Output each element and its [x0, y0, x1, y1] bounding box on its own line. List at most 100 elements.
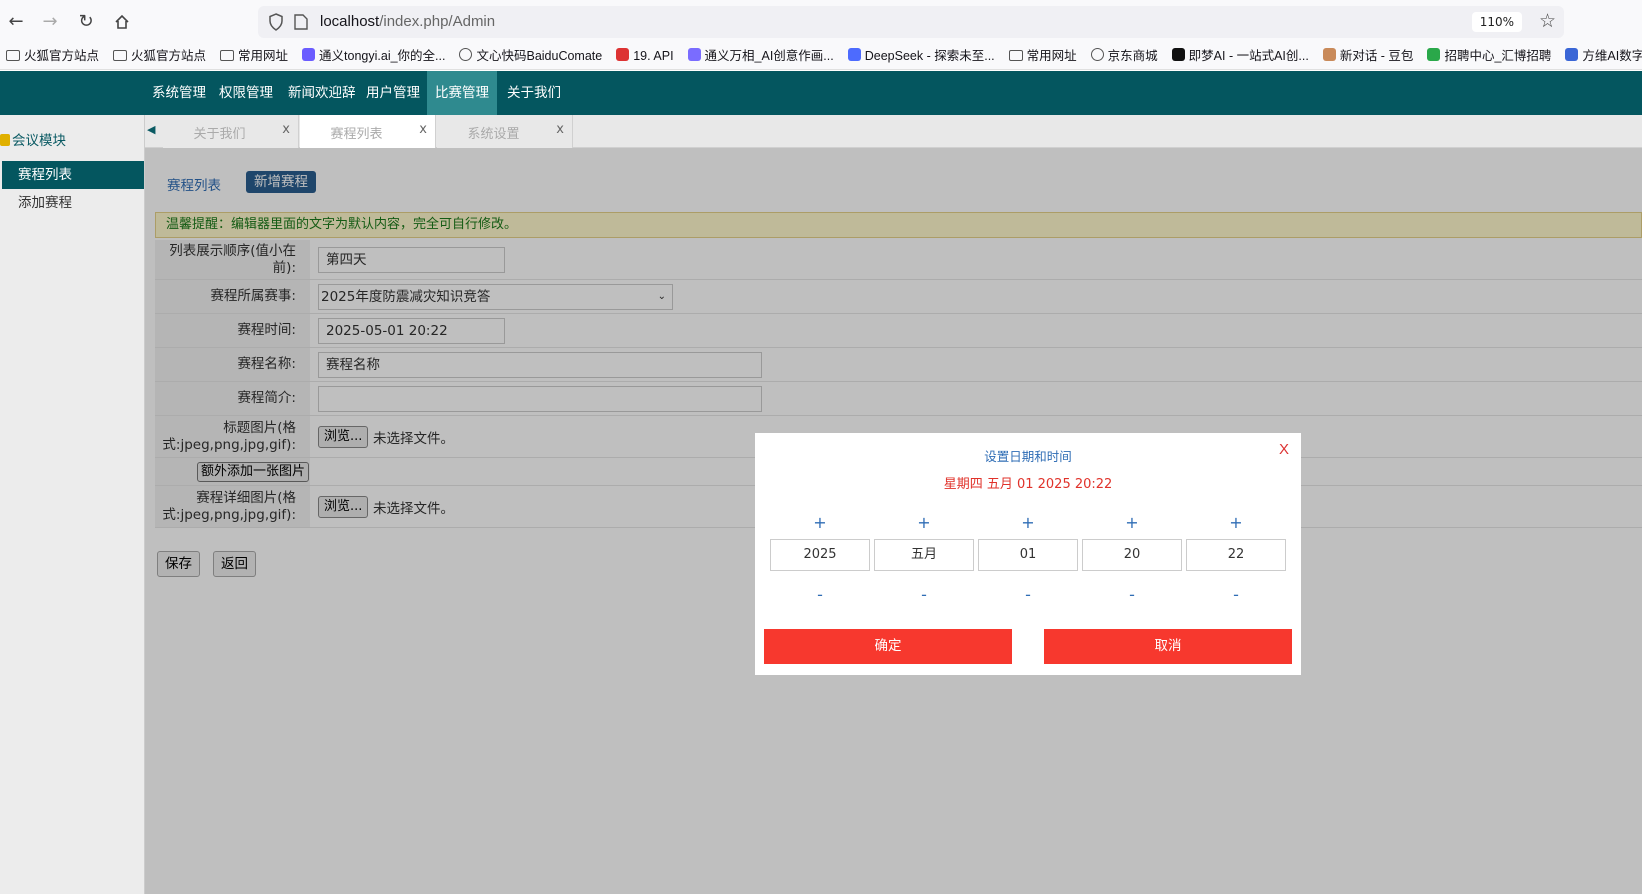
bookmark-label: 常用网址 [1026, 49, 1077, 63]
back-arrow-icon[interactable]: ← [4, 10, 28, 34]
bookmark-item[interactable]: 19. API [616, 44, 674, 68]
datetime-picker-dialog: 设置日期和时间 X 星期四 五月 01 2025 20:22 + 2025 - … [755, 433, 1301, 675]
bookmark-item[interactable]: 文心快码BaiduComate [459, 44, 602, 68]
bookmark-label: 19. API [633, 49, 674, 63]
bookmark-item[interactable]: 火狐官方站点 [6, 44, 99, 68]
module-title: 会议模块 [12, 133, 66, 149]
nav-item-news[interactable]: 新闻欢迎辞 [280, 71, 364, 115]
page-icon [294, 14, 308, 30]
deepseek-icon [847, 48, 861, 61]
nav-item-users[interactable]: 用户管理 [358, 71, 428, 115]
bookmark-item[interactable]: 招聘中心_汇博招聘 [1427, 44, 1551, 68]
bookmark-label: 火狐官方站点 [24, 49, 100, 63]
bookmark-label: 方维AI数字人 [1582, 49, 1642, 63]
forward-arrow-icon[interactable]: → [38, 10, 62, 34]
bookmark-label: 即梦AI - 一站式AI创... [1188, 49, 1309, 63]
bookmark-label: 招聘中心_汇博招聘 [1444, 49, 1552, 63]
year-decrement-button[interactable]: - [770, 585, 870, 604]
url-bar[interactable]: localhost/index.php/Admin 110% ☆ [258, 6, 1564, 38]
day-increment-button[interactable]: + [978, 513, 1078, 532]
doubao-icon [1322, 48, 1336, 61]
reload-icon[interactable]: ↻ [74, 10, 98, 34]
tongyi-icon [302, 48, 316, 61]
folder-icon [6, 50, 20, 61]
huibo-icon [1427, 48, 1441, 61]
close-icon[interactable]: x [556, 122, 564, 137]
url-text[interactable]: localhost/index.php/Admin [320, 13, 495, 30]
bookmark-item[interactable]: DeepSeek - 探索未至... [847, 44, 995, 68]
minute-increment-button[interactable]: + [1186, 513, 1286, 532]
bookmark-star-icon[interactable]: ☆ [1539, 10, 1556, 32]
day-decrement-button[interactable]: - [978, 585, 1078, 604]
tab-label: 赛程列表 [330, 127, 383, 142]
close-icon[interactable]: X [1279, 441, 1289, 458]
bookmark-item[interactable]: 即梦AI - 一站式AI创... [1171, 44, 1309, 68]
hour-value[interactable]: 20 [1082, 539, 1182, 571]
sidebar-item-add-schedule[interactable]: 添加赛程 [2, 189, 144, 217]
nav-item-permission[interactable]: 权限管理 [211, 71, 281, 115]
home-icon[interactable] [110, 10, 134, 34]
month-decrement-button[interactable]: - [874, 585, 974, 604]
browser-toolbar: ← → ↻ localhost/index.php/Admin 110% ☆ [0, 0, 1642, 44]
nav-item-system[interactable]: 系统管理 [144, 71, 214, 115]
folder-icon [220, 50, 235, 61]
tab-system-settings[interactable]: 系统设置 x [437, 115, 573, 148]
minute-column: + 22 - [1186, 513, 1286, 613]
bookmark-label: 文心快码BaiduComate [476, 49, 603, 63]
minute-value[interactable]: 22 [1186, 539, 1286, 571]
bookmark-item[interactable]: 方维AI数字人 [1565, 44, 1642, 68]
hour-increment-button[interactable]: + [1082, 513, 1182, 532]
day-column: + 01 - [978, 513, 1078, 613]
bookmark-item[interactable]: 常用网址 [1008, 44, 1077, 68]
left-sidebar: 会议模块 赛程列表 添加赛程 [0, 115, 145, 894]
confirm-button[interactable]: 确定 [764, 629, 1012, 664]
bookmark-item[interactable]: 通义万相_AI创意作画... [687, 44, 834, 68]
book-icon [616, 48, 630, 61]
bookmark-item[interactable]: 火狐官方站点 [113, 44, 206, 68]
bookmark-label: 通义tongyi.ai_你的全... [319, 49, 446, 63]
minute-decrement-button[interactable]: - [1186, 585, 1286, 604]
bookmark-label: 通义万相_AI创意作画... [704, 49, 834, 63]
tab-about[interactable]: 关于我们 x [163, 115, 299, 148]
folder-icon [113, 50, 128, 61]
nav-item-competition[interactable]: 比赛管理 [427, 71, 497, 115]
tab-schedule-list[interactable]: 赛程列表 x [300, 115, 436, 148]
hour-column: + 20 - [1082, 513, 1182, 613]
bookmark-item[interactable]: 新对话 - 豆包 [1322, 44, 1414, 68]
jimeng-icon [1171, 48, 1185, 61]
hour-decrement-button[interactable]: - [1082, 585, 1182, 604]
bookmark-label: 火狐官方站点 [131, 49, 207, 63]
app-top-nav: 系统管理 权限管理 新闻欢迎辞 用户管理 比赛管理 关于我们 [0, 71, 1642, 115]
wanxiang-icon [687, 48, 701, 61]
cancel-button[interactable]: 取消 [1044, 629, 1292, 664]
globe-icon [459, 48, 473, 61]
month-column: + 五月 - [874, 513, 974, 613]
year-column: + 2025 - [770, 513, 870, 613]
bookmark-item[interactable]: 通义tongyi.ai_你的全... [302, 44, 445, 68]
month-value[interactable]: 五月 [874, 539, 974, 571]
year-value[interactable]: 2025 [770, 539, 870, 571]
tab-label: 关于我们 [193, 127, 246, 142]
tab-strip: ◀ 关于我们 x 赛程列表 x 系统设置 x [145, 115, 1642, 148]
tab-scroll-left-icon[interactable]: ◀ [147, 123, 159, 139]
bookmark-label: 常用网址 [238, 49, 289, 63]
year-increment-button[interactable]: + [770, 513, 870, 532]
day-value[interactable]: 01 [978, 539, 1078, 571]
zoom-level[interactable]: 110% [1471, 12, 1522, 32]
close-icon[interactable]: x [282, 122, 290, 137]
close-icon[interactable]: x [419, 122, 427, 137]
sidebar-item-schedule-list[interactable]: 赛程列表 [2, 161, 144, 189]
bookmark-label: 京东商城 [1107, 49, 1158, 63]
module-header[interactable]: 会议模块 [0, 129, 66, 149]
dialog-title: 设置日期和时间 [984, 449, 1072, 464]
fangwei-icon [1565, 48, 1579, 61]
month-increment-button[interactable]: + [874, 513, 974, 532]
bookmark-label: DeepSeek - 探索未至... [864, 49, 995, 63]
bookmark-label: 新对话 - 豆包 [1339, 49, 1414, 63]
tab-label: 系统设置 [467, 127, 520, 142]
current-datetime: 星期四 五月 01 2025 20:22 [943, 477, 1113, 492]
bookmark-item[interactable]: 京东商城 [1090, 44, 1158, 68]
bookmark-item[interactable]: 常用网址 [220, 44, 288, 68]
shield-icon[interactable] [268, 13, 284, 31]
nav-item-about[interactable]: 关于我们 [499, 71, 569, 115]
